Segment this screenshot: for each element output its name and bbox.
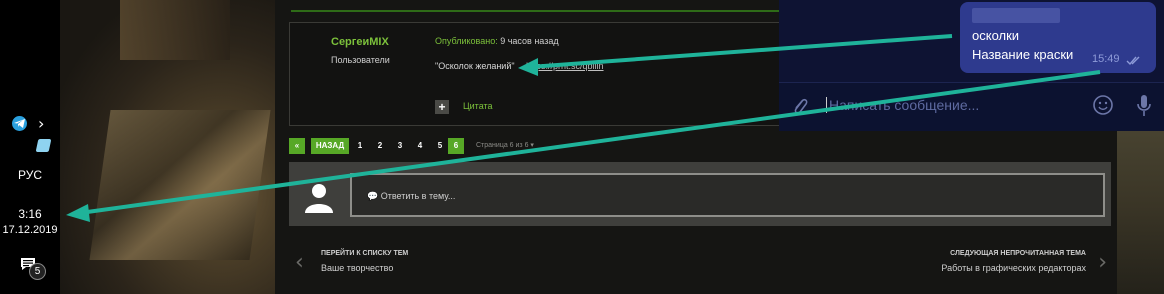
message-compose: Написать сообщение... [779,82,1164,131]
next-unread-topic[interactable]: Работы в графических редакторах [941,263,1086,273]
page-1[interactable]: 1 [353,138,367,154]
language-indicator[interactable]: РУС [0,168,60,182]
read-ticks-icon [1126,56,1140,66]
text-caret [826,97,827,113]
app-icon[interactable] [35,139,52,152]
message-time: 15:49 [1092,53,1120,65]
page-of-dropdown[interactable]: Страница 6 из 6 ▾ [476,138,534,154]
quote-button[interactable]: Цитата [463,101,493,111]
published-time[interactable]: 9 часов назад [500,36,558,46]
avatar-silhouette-icon [305,184,333,213]
page-5[interactable]: 5 [433,138,447,154]
background-artwork-left [60,0,290,294]
message-bubble[interactable]: осколки Название краски 15:49 [960,2,1156,73]
telegram-chat-panel: осколки Название краски 15:49 Написать с… [779,0,1164,131]
windows-taskbar: › РУС 3:16 17.12.2019 5 [0,0,60,294]
blurred-sender [972,8,1060,23]
post-published: Опубликовано: 9 часов назад [435,36,559,46]
clock-time[interactable]: 3:16 [0,207,60,221]
show-hidden-icons-chevron-icon[interactable]: › [38,114,44,133]
message-line-1: осколки [972,28,1020,43]
paperclip-icon[interactable] [791,94,809,118]
telegram-icon[interactable] [12,116,27,131]
prev-topic-arrow-icon[interactable]: ‹ [295,250,304,275]
next-unread-title[interactable]: СЛЕДУЮЩАЯ НЕПРОЧИТАННАЯ ТЕМА [950,250,1086,257]
microphone-icon[interactable] [1136,93,1152,119]
post-body-text: "Осколок желаний" [435,61,515,71]
notification-count-badge: 5 [29,263,46,280]
post-author[interactable]: СергеиMIX [331,36,389,48]
message-input[interactable]: Написать сообщение... [829,97,979,113]
next-topic-arrow-icon[interactable]: › [1098,250,1107,275]
quick-reply-area: 💬 Ответить в тему... [289,162,1111,226]
back-to-topics-title[interactable]: ПЕРЕЙТИ К СПИСКУ ТЕМ [321,250,408,257]
back-to-topics-forum[interactable]: Ваше творчество [321,263,393,273]
page-3[interactable]: 3 [393,138,407,154]
clock-date[interactable]: 17.12.2019 [0,224,60,236]
emoji-icon[interactable] [1092,94,1114,116]
page-6-current[interactable]: 6 [448,138,464,154]
multiquote-button[interactable]: + [435,100,449,114]
prev-page-button[interactable]: НАЗАД [311,138,349,154]
message-line-2: Название краски [972,47,1074,62]
first-page-button[interactable]: « [289,138,305,154]
page-4[interactable]: 4 [413,138,427,154]
reply-input[interactable]: 💬 Ответить в тему... [350,173,1105,217]
post-author-group: Пользователи [331,55,390,65]
reply-placeholder: 💬 Ответить в тему... [367,191,456,201]
post-link[interactable]: https://prnt.sc/qbllin [526,61,604,71]
page-2[interactable]: 2 [373,138,387,154]
published-label: Опубликовано: [435,36,498,46]
